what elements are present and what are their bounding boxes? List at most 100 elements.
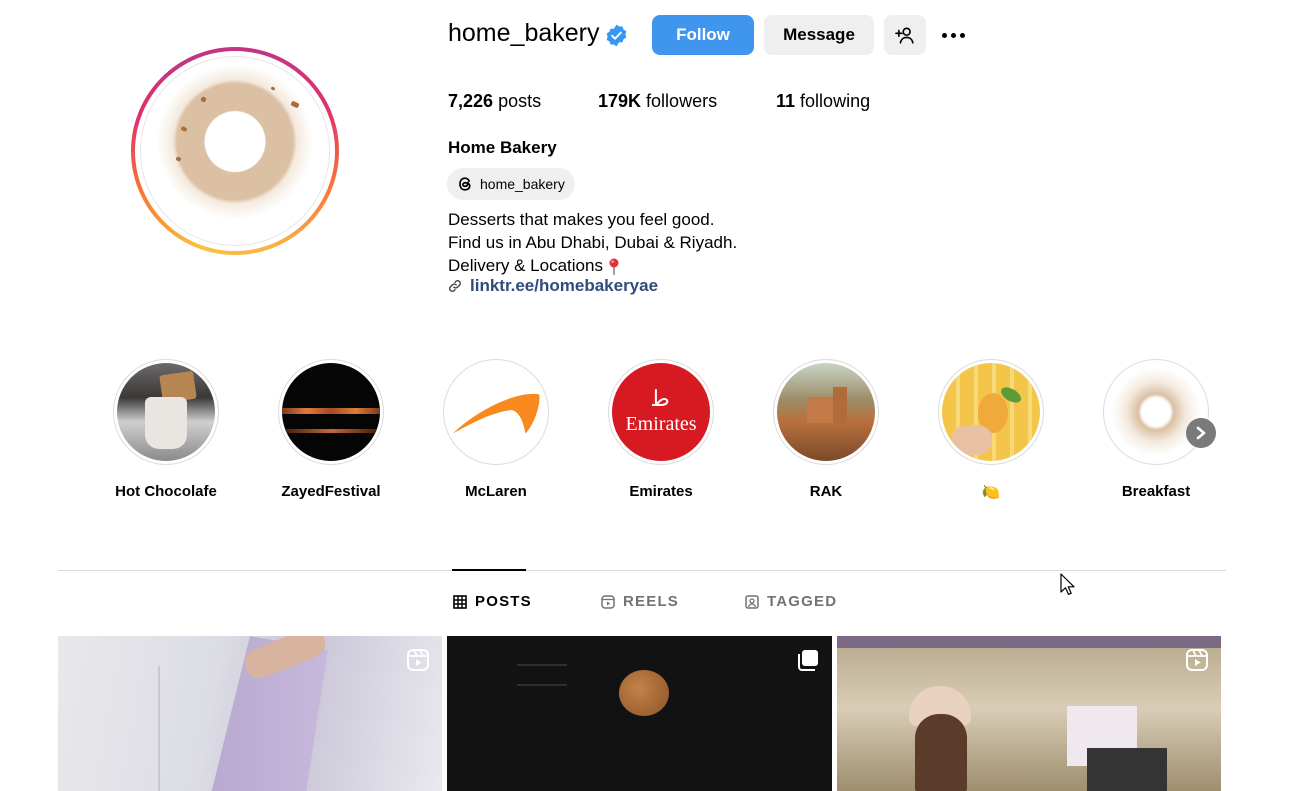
highlight-mclaren[interactable]: McLaren <box>441 359 551 500</box>
reels-icon <box>1186 649 1208 671</box>
highlight-label: Breakfast <box>1121 483 1191 500</box>
highlight-label: 🍋 <box>981 484 1001 501</box>
follow-button[interactable]: Follow <box>652 15 754 55</box>
highlight-zayedfestival[interactable]: ZayedFestival <box>276 359 386 500</box>
highlight-emirates[interactable]: ﻃ Emirates Emirates <box>606 359 716 500</box>
post-image-detail <box>619 670 669 716</box>
emirates-logo-text: Emirates <box>625 412 697 435</box>
mouse-cursor-icon <box>1060 573 1075 595</box>
post-image-detail <box>517 664 567 686</box>
bio-line: Desserts that makes you feel good. <box>448 210 715 229</box>
avatar-frame <box>135 51 335 251</box>
post-image-detail <box>158 666 160 791</box>
post-image-detail <box>837 636 1221 648</box>
lights-shape <box>282 429 380 433</box>
tab-posts[interactable]: POSTS <box>453 593 532 610</box>
reels-icon <box>407 649 429 671</box>
pin-icon <box>609 258 619 275</box>
post-thumbnail[interactable] <box>837 636 1221 791</box>
followers-label: followers <box>646 91 718 111</box>
highlights-next-button[interactable] <box>1186 418 1216 448</box>
hand-shape <box>952 425 992 455</box>
highlight-label: Hot Chocolafe <box>115 483 217 500</box>
lights-shape <box>282 408 380 414</box>
avatar-crumb <box>175 156 182 162</box>
highlight-cover <box>777 363 875 461</box>
following-count[interactable]: 11 following <box>776 91 870 112</box>
highlight-ring: ﻃ Emirates <box>608 359 714 465</box>
threads-link-chip[interactable]: home_bakery <box>447 168 575 200</box>
carousel-icon <box>798 650 818 671</box>
highlight-label: RAK <box>809 483 843 500</box>
highlight-lemon[interactable]: 🍋 <box>936 359 1046 501</box>
message-button[interactable]: Message <box>764 15 874 55</box>
link-icon <box>449 280 461 292</box>
followers-number: 179K <box>598 91 642 111</box>
highlight-cover <box>117 363 215 461</box>
chevron-right-icon <box>1196 426 1206 440</box>
profile-avatar[interactable] <box>131 47 339 255</box>
highlight-ring <box>113 359 219 465</box>
highlight-label: Emirates <box>629 483 693 500</box>
posts-number: 7,226 <box>448 91 494 111</box>
highlight-cover <box>1107 363 1205 461</box>
threads-handle: home_bakery <box>480 176 565 192</box>
threads-icon <box>459 177 471 191</box>
following-label: following <box>800 91 871 111</box>
emirates-arabic-mark: ﻃ <box>652 386 670 412</box>
dot <box>951 32 956 38</box>
posts-count: 7,226 posts <box>448 91 541 112</box>
highlight-hot-chocolafe[interactable]: Hot Chocolafe <box>111 359 221 500</box>
grid-icon <box>453 594 467 609</box>
tab-label: TAGGED <box>767 593 838 610</box>
post-image-detail <box>915 714 967 791</box>
post-thumbnail[interactable] <box>58 636 442 791</box>
mclaren-logo-icon <box>452 393 540 434</box>
bio-line: Find us in Abu Dhabi, Dubai & Riyadh. <box>448 233 738 252</box>
tagged-icon <box>745 594 759 609</box>
tab-tagged[interactable]: TAGGED <box>745 593 837 610</box>
more-options-icon[interactable] <box>942 27 970 43</box>
tab-label: REELS <box>623 593 680 610</box>
highlight-cover <box>447 363 545 461</box>
post-image-detail <box>1087 748 1167 791</box>
cup-shape <box>145 397 187 449</box>
suggested-users-button[interactable] <box>884 15 926 55</box>
dot <box>960 32 965 38</box>
highlight-cover <box>942 363 1040 461</box>
reels-icon <box>601 594 615 609</box>
bio-line-delivery: Delivery & Locations <box>448 254 737 277</box>
verified-badge-icon <box>606 24 627 47</box>
following-number: 11 <box>776 91 796 111</box>
avatar-crumb <box>270 86 276 91</box>
tab-reels[interactable]: REELS <box>601 593 679 610</box>
highlight-rak[interactable]: RAK <box>771 359 881 500</box>
profile-display-name: Home Bakery <box>448 138 557 157</box>
bio-line: Delivery & Locations <box>448 256 603 275</box>
highlight-ring <box>938 359 1044 465</box>
avatar-crumb <box>200 96 207 103</box>
highlight-cover <box>282 363 380 461</box>
followers-count[interactable]: 179K followers <box>598 91 717 112</box>
posts-label: posts <box>498 91 542 111</box>
add-user-icon <box>895 27 914 44</box>
tabs-divider <box>58 570 1226 571</box>
profile-external-link[interactable]: linktr.ee/homebakeryae <box>470 276 658 296</box>
highlight-ring <box>1103 359 1209 465</box>
highlight-label: McLaren <box>465 483 527 500</box>
dot <box>942 32 947 38</box>
profile-bio: Desserts that makes you feel good. Find … <box>448 208 737 277</box>
highlight-cover: ﻃ Emirates <box>612 363 710 461</box>
profile-link-row: linktr.ee/homebakeryae <box>448 276 658 296</box>
active-tab-indicator <box>452 569 526 571</box>
profile-username: home_bakery <box>448 19 600 47</box>
avatar-image <box>140 56 330 246</box>
post-thumbnail[interactable] <box>447 636 832 791</box>
highlight-ring <box>278 359 384 465</box>
avatar-crumb <box>180 125 188 133</box>
highlight-label: ZayedFestival <box>281 483 381 500</box>
tower-shape <box>833 387 847 423</box>
tab-label: POSTS <box>475 593 532 610</box>
highlight-ring <box>773 359 879 465</box>
avatar-crumb <box>290 100 300 109</box>
